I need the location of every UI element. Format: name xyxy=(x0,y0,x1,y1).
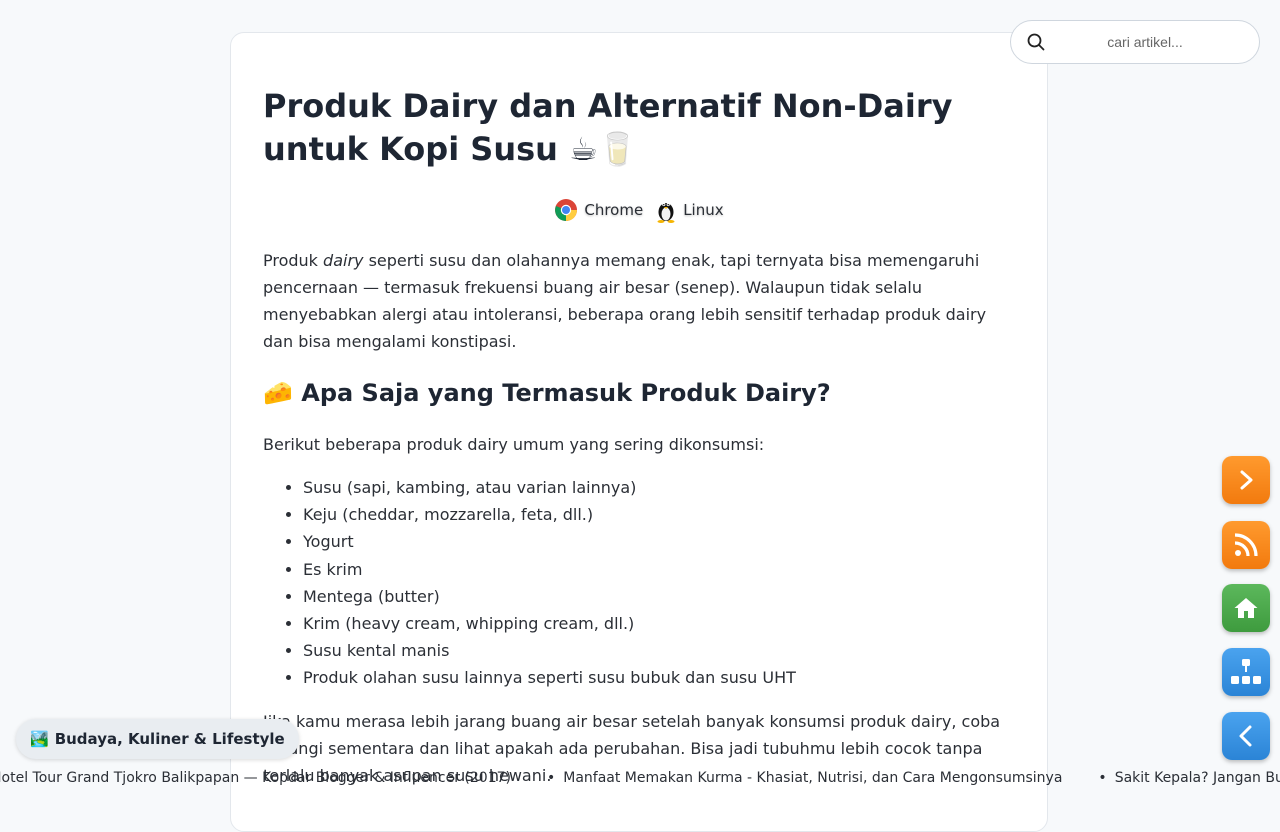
list-item: Es krim xyxy=(303,556,1015,583)
category-label: Budaya, Kuliner & Lifestyle xyxy=(54,730,285,748)
intro-text: Produk xyxy=(263,251,324,270)
list-item: Yogurt xyxy=(303,528,1015,555)
bullet-icon: • xyxy=(1098,770,1107,786)
article-title: Produk Dairy dan Alternatif Non-Dairy un… xyxy=(263,87,953,168)
chrome-icon xyxy=(555,199,578,221)
ticker-item[interactable]: • Manfaat Memakan Kurma - Khasiat, Nutris… xyxy=(547,770,1062,786)
landscape-icon: 🏞️ xyxy=(30,730,49,748)
section-heading: 🧀 Apa Saja yang Termasuk Produk Dairy? xyxy=(263,379,831,407)
ticker-link[interactable]: Hotel Tour Grand Tjokro Balikpapan — Kop… xyxy=(0,770,511,786)
list-item: Susu kental manis xyxy=(303,637,1015,664)
chevron-left-icon xyxy=(1239,725,1252,747)
intro-emphasis: dairy xyxy=(323,251,364,270)
article-intro: Produk dairy seperti susu dan olahannya … xyxy=(263,247,1015,355)
ticker-item[interactable]: • Sakit Kepala? Jangan Buru-Buru Minum Ob… xyxy=(1098,770,1280,786)
platform-label: Linux xyxy=(683,201,724,219)
platform-badges: Chrome Linux xyxy=(263,197,1015,223)
home-button[interactable] xyxy=(1222,584,1270,632)
rss-icon xyxy=(1234,533,1258,557)
ticker-item[interactable]: Hotel Tour Grand Tjokro Balikpapan — Kop… xyxy=(0,770,511,786)
article-card: Produk Dairy dan Alternatif Non-Dairy un… xyxy=(230,32,1048,832)
intro-text-rest: seperti susu dan olahannya memang enak, … xyxy=(263,251,987,351)
list-item: Produk olahan susu lainnya seperti susu … xyxy=(303,664,1015,691)
dairy-list: Susu (sapi, kambing, atau varian lainnya… xyxy=(263,474,1015,692)
next-button[interactable] xyxy=(1222,456,1270,504)
sitemap-button[interactable] xyxy=(1222,648,1270,696)
search-input[interactable] xyxy=(1053,33,1237,51)
home-icon xyxy=(1234,598,1258,618)
bullet-icon: • xyxy=(546,770,556,786)
ticker-link[interactable]: Manfaat Memakan Kurma - Khasiat, Nutrisi… xyxy=(563,770,1062,786)
list-item: Keju (cheddar, mozzarella, feta, dll.) xyxy=(303,501,1015,528)
news-ticker: Hotel Tour Grand Tjokro Balikpapan — Kop… xyxy=(0,768,1280,790)
platform-chrome: Chrome xyxy=(554,198,643,222)
category-chip[interactable]: 🏞️ Budaya, Kuliner & Lifestyle xyxy=(16,719,299,759)
list-item: Mentega (butter) xyxy=(303,583,1015,610)
chevron-right-icon xyxy=(1240,470,1253,490)
search-box[interactable] xyxy=(1010,20,1260,64)
back-button[interactable] xyxy=(1222,712,1270,760)
rss-button[interactable] xyxy=(1222,521,1270,569)
list-item: Krim (heavy cream, whipping cream, dll.) xyxy=(303,610,1015,637)
platform-label: Chrome xyxy=(584,201,644,219)
list-item: Susu (sapi, kambing, atau varian lainnya… xyxy=(303,474,1015,501)
search-icon[interactable] xyxy=(1027,33,1045,51)
sitemap-icon xyxy=(1231,659,1261,684)
linux-tux-icon xyxy=(657,202,675,223)
ticker-link[interactable]: Sakit Kepala? Jangan Buru-Buru Minum Oba… xyxy=(1115,770,1280,786)
platform-linux: Linux xyxy=(655,197,724,223)
section-lead: Berikut beberapa produk dairy umum yang … xyxy=(263,435,765,454)
